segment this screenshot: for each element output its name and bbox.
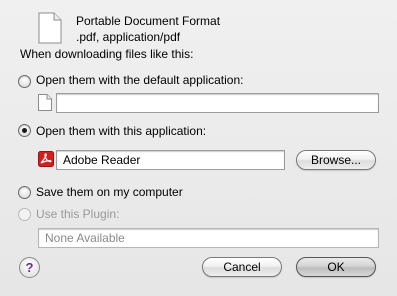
default-application-label: Open them with the default application: bbox=[36, 73, 244, 87]
this-application-label: Open them with this application: bbox=[36, 124, 207, 138]
radio-save-to-computer[interactable] bbox=[18, 186, 31, 199]
document-icon bbox=[38, 12, 62, 44]
file-type-extension: .pdf, application/pdf bbox=[76, 30, 181, 44]
default-application-field[interactable] bbox=[56, 93, 379, 113]
radio-use-plugin[interactable] bbox=[18, 208, 31, 221]
adobe-reader-icon bbox=[38, 151, 54, 167]
application-field[interactable]: Adobe Reader bbox=[56, 150, 285, 170]
plugin-field[interactable]: None Available bbox=[38, 228, 379, 248]
save-to-computer-label: Save them on my computer bbox=[36, 185, 183, 199]
radio-default-application[interactable] bbox=[18, 75, 31, 88]
file-type-name: Portable Document Format bbox=[76, 14, 221, 28]
small-document-icon bbox=[38, 94, 52, 111]
help-button[interactable]: ? bbox=[19, 257, 40, 278]
browse-button[interactable]: Browse... bbox=[296, 150, 376, 170]
radio-this-application[interactable] bbox=[18, 124, 31, 137]
download-prompt: When downloading files like this: bbox=[20, 47, 194, 61]
cancel-button[interactable]: Cancel bbox=[202, 257, 282, 277]
ok-button[interactable]: OK bbox=[296, 257, 376, 277]
use-plugin-label: Use this Plugin: bbox=[36, 207, 120, 221]
